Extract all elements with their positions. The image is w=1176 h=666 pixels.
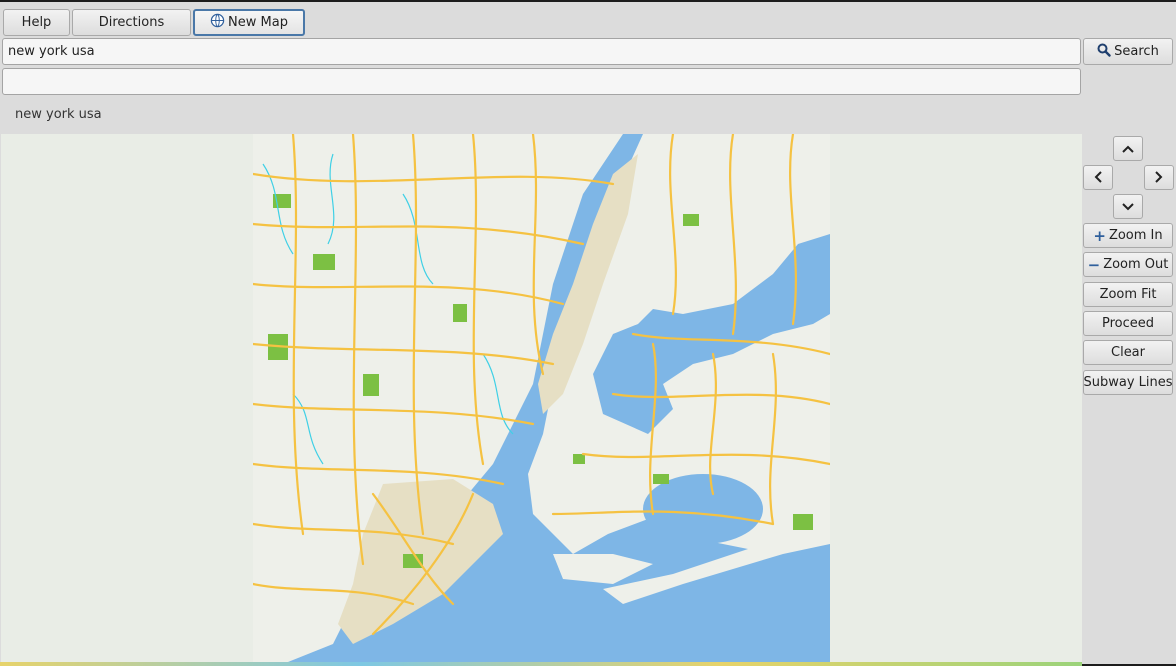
proceed-label: Proceed	[1101, 316, 1155, 331]
zoom-out-label: Zoom Out	[1103, 257, 1169, 272]
directions-button-label: Directions	[98, 15, 165, 30]
map-image	[253, 134, 830, 664]
pan-right-button[interactable]	[1144, 165, 1174, 190]
new-map-button-label: New Map	[228, 15, 288, 30]
help-button[interactable]: Help	[3, 9, 70, 36]
zoom-in-label: Zoom In	[1108, 228, 1163, 243]
zoom-in-button[interactable]: + Zoom In	[1083, 223, 1173, 248]
help-button-label: Help	[21, 15, 52, 30]
zoom-fit-label: Zoom Fit	[1099, 287, 1157, 302]
map-app-window: Help Directions New Map Search new york …	[0, 2, 1176, 666]
pan-left-button[interactable]	[1083, 165, 1113, 190]
chevron-left-icon	[1093, 169, 1103, 187]
status-label: new york usa	[15, 107, 102, 122]
globe-icon	[210, 13, 225, 32]
zoom-fit-button[interactable]: Zoom Fit	[1083, 282, 1173, 307]
clear-label: Clear	[1111, 345, 1145, 360]
map-canvas[interactable]	[1, 134, 1082, 664]
search-icon	[1097, 43, 1111, 61]
search-button-label: Search	[1114, 44, 1159, 59]
map-bottom-strip	[0, 662, 1082, 666]
plus-icon: +	[1093, 226, 1106, 245]
subway-lines-button[interactable]: Subway Lines	[1083, 370, 1173, 395]
chevron-up-icon	[1122, 140, 1134, 158]
proceed-button[interactable]: Proceed	[1083, 311, 1173, 336]
search-button[interactable]: Search	[1083, 38, 1173, 65]
new-map-button[interactable]: New Map	[193, 9, 305, 36]
directions-button[interactable]: Directions	[72, 9, 191, 36]
search-input[interactable]	[2, 38, 1081, 65]
pan-down-button[interactable]	[1113, 194, 1143, 219]
zoom-out-button[interactable]: − Zoom Out	[1083, 252, 1173, 277]
clear-button[interactable]: Clear	[1083, 340, 1173, 365]
minus-icon: −	[1087, 255, 1101, 274]
pan-up-button[interactable]	[1113, 136, 1143, 161]
destination-input[interactable]	[2, 68, 1081, 95]
subway-lines-label: Subway Lines	[1083, 375, 1173, 390]
chevron-right-icon	[1154, 169, 1164, 187]
chevron-down-icon	[1122, 198, 1134, 216]
